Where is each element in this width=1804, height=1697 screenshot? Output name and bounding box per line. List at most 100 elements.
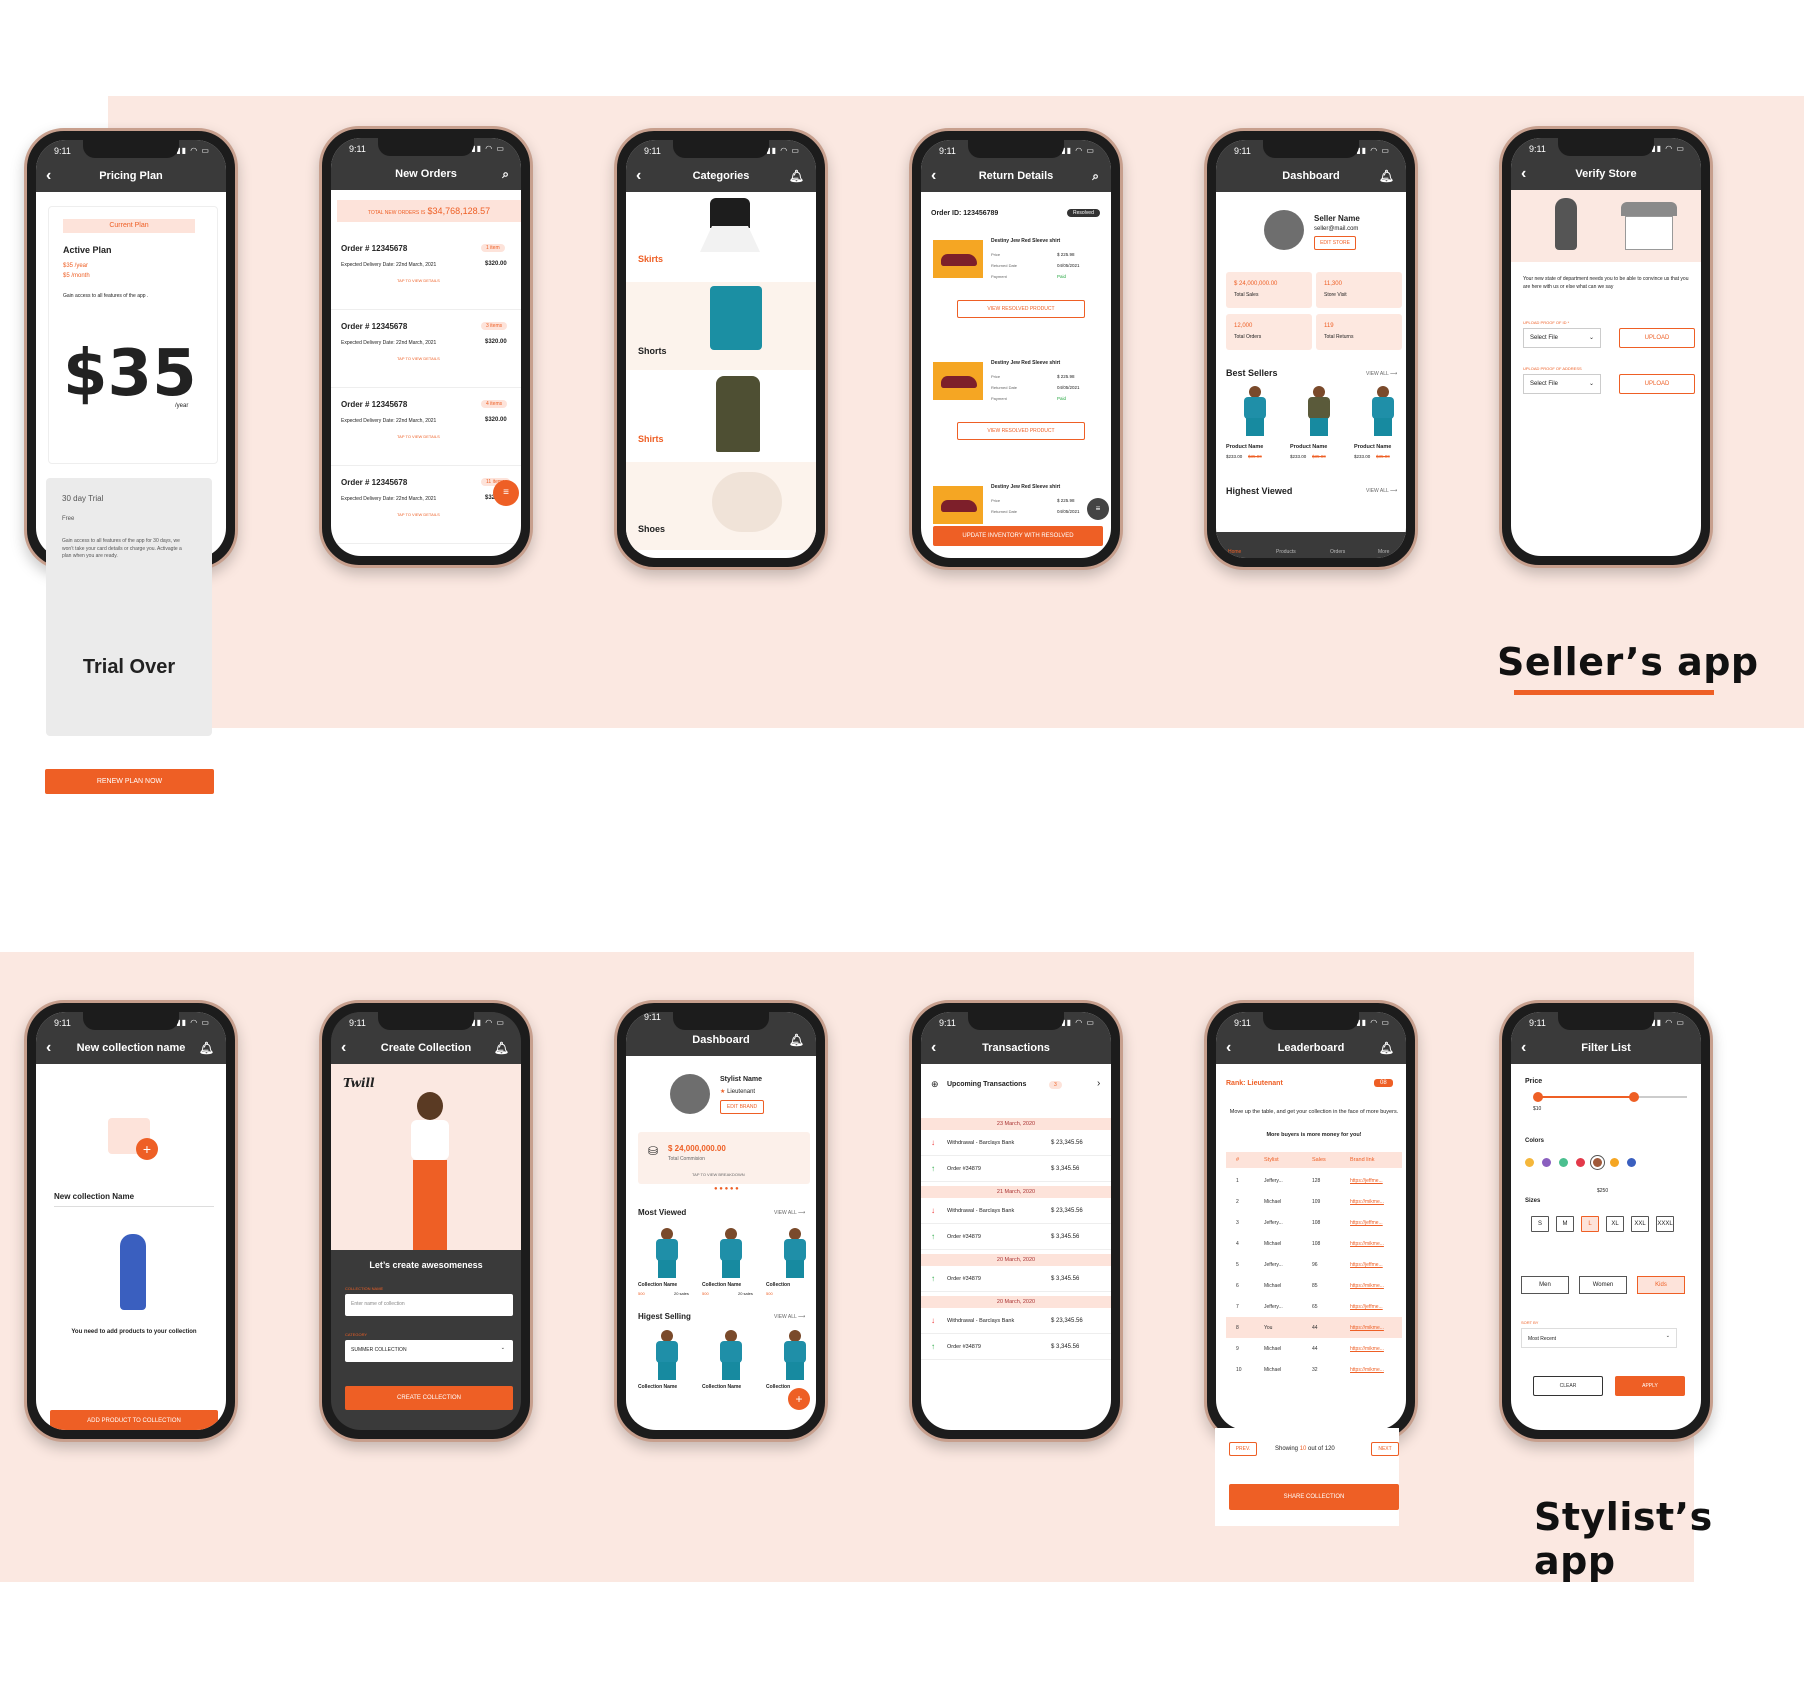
row-brand-link[interactable]: https://mikme... — [1350, 1346, 1384, 1352]
view-resolved-button[interactable]: VIEW RESOLVED PRODUCT — [957, 422, 1085, 440]
gender-option[interactable]: Kids — [1637, 1276, 1685, 1294]
back-chevron-icon[interactable]: ‹ — [1521, 158, 1526, 190]
collection-name-input[interactable]: Enter name of collection — [345, 1294, 513, 1316]
view-all-link[interactable]: VIEW ALL ⟶ — [1366, 371, 1397, 377]
transaction-row[interactable]: ↑ Order #34879 $ 3,345.56 — [921, 1266, 1111, 1292]
stat-card[interactable]: 12,000 Total Orders — [1226, 314, 1312, 350]
upload-id-button[interactable]: UPLOAD — [1619, 328, 1695, 348]
search-icon[interactable]: ⌕ — [502, 158, 509, 190]
size-option[interactable]: XL — [1606, 1216, 1624, 1232]
order-card[interactable]: Order # 12345678 11 items Expected Deliver… — [331, 468, 521, 544]
tap-to-view[interactable]: TAP TO VIEW DETAILS — [397, 512, 440, 517]
address-select[interactable]: Select File ⌄ — [1523, 374, 1601, 394]
bell-icon[interactable]: 🔔︎ — [1379, 1032, 1394, 1064]
next-button[interactable]: NEXT — [1371, 1442, 1399, 1456]
sort-select[interactable]: Most Recent ⌄ — [1521, 1328, 1677, 1348]
row-brand-link[interactable]: https://jeffme... — [1350, 1220, 1383, 1226]
collection-card[interactable]: Collection 500 — [766, 1226, 816, 1306]
nav-home[interactable]: Home — [1228, 549, 1241, 555]
size-option[interactable]: XXXL — [1656, 1216, 1674, 1232]
transaction-row[interactable]: ↑ Order #34879 $ 3,345.56 — [921, 1224, 1111, 1250]
filter-fab[interactable]: ≡ — [493, 480, 519, 506]
back-chevron-icon[interactable]: ‹ — [636, 160, 641, 192]
add-fab[interactable]: + — [788, 1388, 810, 1410]
nav-more[interactable]: More — [1378, 549, 1389, 555]
transaction-row[interactable]: ↓ Withdrawal - Barclays Bank $ 23,345.56 — [921, 1130, 1111, 1156]
color-swatch[interactable] — [1559, 1158, 1568, 1167]
table-row[interactable]: 7 Jeffery... 65 https://jeffme... — [1226, 1296, 1402, 1317]
row-brand-link[interactable]: https://mikme... — [1350, 1283, 1384, 1289]
row-brand-link[interactable]: https://jeffme... — [1350, 1262, 1383, 1268]
table-row[interactable]: 10 Michael 32 https://mikme... — [1226, 1359, 1402, 1380]
gender-option[interactable]: Women — [1579, 1276, 1627, 1294]
row-brand-link[interactable]: https://jeffme... — [1350, 1178, 1383, 1184]
color-swatch[interactable] — [1525, 1158, 1534, 1167]
bell-icon[interactable]: 🔔︎ — [789, 1024, 804, 1056]
renew-plan-button[interactable]: RENEW PLAN NOW — [45, 769, 214, 794]
color-swatch[interactable] — [1593, 1158, 1602, 1167]
order-card[interactable]: Order # 12345678 1 item Expected Delivery … — [331, 234, 521, 310]
collection-card[interactable]: Collection Name — [638, 1328, 696, 1408]
table-row[interactable]: 4 Michael 108 https://mikme... — [1226, 1233, 1402, 1254]
row-brand-link[interactable]: https://mikme... — [1350, 1241, 1384, 1247]
color-swatch[interactable] — [1576, 1158, 1585, 1167]
tap-to-view[interactable]: TAP TO VIEW DETAILS — [397, 278, 440, 283]
tap-to-view[interactable]: TAP TO VIEW DETAILS — [397, 434, 440, 439]
edit-store-button[interactable]: EDIT STORE — [1314, 236, 1356, 250]
share-collection-button[interactable]: SHARE COLLECTION — [1229, 1484, 1399, 1510]
order-card[interactable]: Order # 12345678 3 items Expected Delivery… — [331, 312, 521, 388]
transaction-row[interactable]: ↓ Withdrawal - Barclays Bank $ 23,345.56 — [921, 1308, 1111, 1334]
add-product-button[interactable]: ADD PRODUCT TO COLLECTION — [50, 1410, 218, 1430]
bell-icon[interactable]: 🔔︎ — [789, 160, 804, 192]
size-option[interactable]: M — [1556, 1216, 1574, 1232]
category-skirts[interactable]: Skirts — [626, 192, 816, 280]
back-chevron-icon[interactable]: ‹ — [46, 1032, 51, 1064]
prev-button[interactable]: PREV. — [1229, 1442, 1257, 1456]
bell-icon[interactable]: 🔔︎ — [1379, 160, 1394, 192]
table-row[interactable]: 5 Jeffery... 96 https://jeffme... — [1226, 1254, 1402, 1275]
tap-to-view[interactable]: TAP TO VIEW DETAILS — [397, 356, 440, 361]
category-shorts[interactable]: Shorts — [626, 282, 816, 370]
id-select[interactable]: Select File ⌄ — [1523, 328, 1601, 348]
row-brand-link[interactable]: https://jeffme... — [1350, 1304, 1383, 1310]
apply-button[interactable]: APPLY — [1615, 1376, 1685, 1396]
back-chevron-icon[interactable]: ‹ — [1226, 1032, 1231, 1064]
search-icon[interactable]: ⌕ — [1092, 160, 1099, 192]
product-card[interactable]: Product Name $233.00 $35.00 — [1226, 382, 1284, 474]
table-row[interactable]: 2 Michael 109 https://mikme... — [1226, 1191, 1402, 1212]
product-card[interactable]: Product Name $233.00 $35.00 — [1354, 382, 1406, 474]
category-select[interactable]: SUMMER COLLECTION ⌄ — [345, 1340, 513, 1362]
view-all-link[interactable]: VIEW ALL ⟶ — [774, 1314, 805, 1320]
table-row[interactable]: 8 You 44 https://mikme... — [1226, 1317, 1402, 1338]
commission-card[interactable]: ⛁ $ 24,000,000.00 Total Commision TAP TO… — [638, 1132, 810, 1184]
row-brand-link[interactable]: https://mikme... — [1350, 1325, 1384, 1331]
stat-card[interactable]: 119 Total Returns — [1316, 314, 1402, 350]
back-chevron-icon[interactable]: ‹ — [341, 1032, 346, 1064]
bell-icon[interactable]: 🔔︎ — [494, 1032, 509, 1064]
collection-card[interactable]: Collection Name 500 20 sales — [702, 1226, 760, 1306]
product-card[interactable]: Product Name $233.00 $35.00 — [1290, 382, 1348, 474]
price-slider-min-handle[interactable] — [1533, 1092, 1543, 1102]
active-plan-card[interactable]: Current Plan Active Plan $35 /year $5 /m… — [48, 206, 218, 464]
category-shoes[interactable]: Shoes — [626, 462, 816, 550]
create-collection-button[interactable]: CREATE COLLECTION — [345, 1386, 513, 1410]
transaction-row[interactable]: ↑ Order #34879 $ 3,345.56 — [921, 1334, 1111, 1360]
order-card[interactable]: Order # 12345678 4 items Expected Delivery… — [331, 390, 521, 466]
price-slider-max-handle[interactable] — [1629, 1092, 1639, 1102]
color-swatch[interactable] — [1610, 1158, 1619, 1167]
update-inventory-button[interactable]: UPDATE INVENTORY WITH RESOLVED — [933, 526, 1103, 546]
view-all-link[interactable]: VIEW ALL ⟶ — [774, 1210, 805, 1216]
table-row[interactable]: 9 Michael 44 https://mikme... — [1226, 1338, 1402, 1359]
clear-button[interactable]: CLEAR — [1533, 1376, 1603, 1396]
trial-card[interactable]: 30 day Trial Free Gain access to all fea… — [46, 478, 212, 736]
transaction-row[interactable]: ↓ Withdrawal - Barclays Bank $ 23,345.56 — [921, 1198, 1111, 1224]
table-row[interactable]: 3 Jeffery... 108 https://jeffme... — [1226, 1212, 1402, 1233]
upload-address-button[interactable]: UPLOAD — [1619, 374, 1695, 394]
back-chevron-icon[interactable]: ‹ — [1521, 1032, 1526, 1064]
color-swatch[interactable] — [1627, 1158, 1636, 1167]
row-brand-link[interactable]: https://mikme... — [1350, 1367, 1384, 1373]
tap-breakdown[interactable]: TAP TO VIEW BREAKDOWN — [692, 1172, 745, 1177]
stat-card[interactable]: 11,300 Store Visit — [1316, 272, 1402, 308]
filter-fab[interactable]: ≡ — [1087, 498, 1109, 520]
stat-card[interactable]: $ 24,000,000.00 Total Sales — [1226, 272, 1312, 308]
